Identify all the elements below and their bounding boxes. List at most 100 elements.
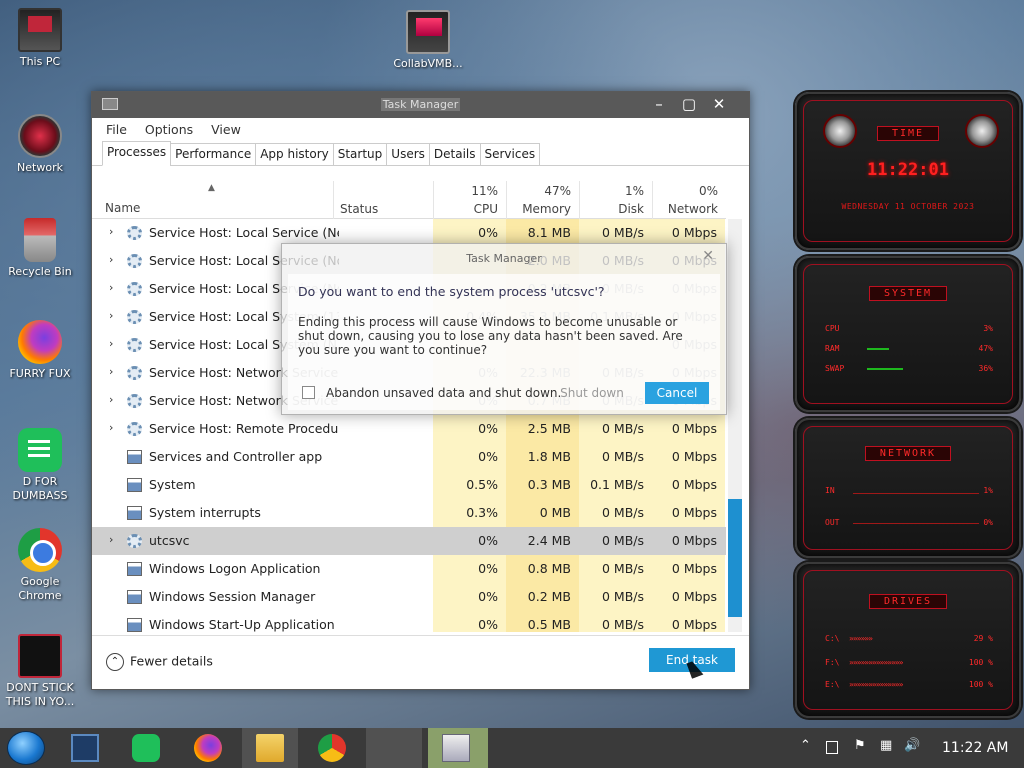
cancel-button[interactable]: Cancel bbox=[645, 382, 709, 404]
expand-chevron-icon[interactable]: › bbox=[109, 337, 113, 350]
taskbar-task-view[interactable] bbox=[57, 728, 113, 768]
expand-chevron-icon[interactable]: › bbox=[109, 365, 113, 378]
gear-icon bbox=[127, 366, 142, 380]
expand-chevron-icon[interactable]: › bbox=[109, 393, 113, 406]
menu-file[interactable]: File bbox=[106, 122, 127, 137]
column-name[interactable]: Name bbox=[105, 201, 140, 215]
shut-down-button[interactable]: Shut down bbox=[556, 382, 628, 404]
desktop-icon-network[interactable]: Network bbox=[2, 114, 78, 175]
process-row[interactable]: Windows Start-Up Application 0% 0.5 MB 0 MB… bbox=[92, 611, 726, 632]
taskbar-chrome[interactable] bbox=[304, 728, 360, 768]
tab-services[interactable]: Services bbox=[479, 143, 541, 166]
process-row[interactable]: Services and Controller app 0% 1.8 MB 0 MB/… bbox=[92, 443, 726, 471]
gear-icon bbox=[127, 338, 142, 352]
drive-value: 100 % bbox=[968, 658, 993, 667]
expand-chevron-icon[interactable]: › bbox=[109, 533, 113, 546]
process-row[interactable]: System 0.5% 0.3 MB 0.1 MB/s 0 Mbps bbox=[92, 471, 726, 499]
tab-users[interactable]: Users bbox=[386, 143, 430, 166]
minimize-button[interactable]: – bbox=[644, 92, 674, 118]
computer-icon bbox=[18, 8, 62, 52]
network-tray-icon[interactable]: ▦ bbox=[880, 738, 892, 753]
process-row[interactable]: › Service Host: Remote Procedure... 0%2.5 … bbox=[92, 415, 726, 443]
expand-chevron-icon[interactable]: › bbox=[109, 253, 113, 266]
column-cpu[interactable]: 11% CPU bbox=[433, 181, 506, 219]
taskbar-clock[interactable]: 11:22 AM bbox=[942, 740, 1008, 756]
maximize-button[interactable]: ▢ bbox=[674, 92, 704, 118]
gadget-clock: 11:22:01 bbox=[867, 160, 949, 180]
desktop-icon-d-for-dumbass[interactable]: D FOR DUMBASS bbox=[2, 428, 78, 503]
gear-icon bbox=[127, 422, 142, 436]
swap-label: SWAP bbox=[825, 364, 845, 373]
taskbar-blank-window[interactable] bbox=[366, 728, 422, 768]
cpu-cell: 0% bbox=[478, 533, 498, 548]
monitor-icon bbox=[406, 10, 450, 54]
scrollbar-thumb[interactable] bbox=[728, 499, 742, 617]
tab-performance[interactable]: Performance bbox=[170, 143, 257, 166]
desktop-icon-this-pc[interactable]: This PC bbox=[2, 8, 78, 69]
taskbar-firefox[interactable] bbox=[180, 728, 236, 768]
process-row[interactable]: Windows Logon Application 0% 0.8 MB 0 MB/s 0… bbox=[92, 555, 726, 583]
fewer-details-label: Fewer details bbox=[130, 653, 213, 669]
gadget-header: SYSTEM bbox=[797, 286, 1019, 301]
action-center-icon[interactable] bbox=[826, 741, 838, 754]
show-hidden-icons-button[interactable]: ⌃ bbox=[800, 738, 811, 753]
ram-bar bbox=[867, 348, 889, 350]
application-icon bbox=[127, 562, 142, 576]
menu-options[interactable]: Options bbox=[145, 122, 193, 137]
executable-icon bbox=[18, 634, 62, 678]
desktop-icon-recycle-bin[interactable]: Recycle Bin bbox=[2, 218, 78, 279]
taskbar-file-explorer[interactable] bbox=[242, 728, 298, 768]
drive-bar-icon: »»»»»» bbox=[849, 634, 873, 643]
desktop-icon-dont-stick[interactable]: DONT STICK THIS IN YO... bbox=[2, 634, 78, 709]
tab-app-history[interactable]: App history bbox=[255, 143, 334, 166]
tab-startup[interactable]: Startup bbox=[332, 143, 388, 166]
memory-cell: 2.5 MB bbox=[506, 415, 579, 443]
desktop-icon-label: This PC bbox=[19, 55, 61, 68]
menu-view[interactable]: View bbox=[211, 122, 241, 137]
cpu-cell: 0.5% bbox=[433, 471, 506, 499]
taskbar-task-manager[interactable] bbox=[428, 728, 488, 768]
folder-icon bbox=[256, 734, 284, 762]
column-disk[interactable]: 1% Disk bbox=[579, 181, 652, 219]
firefox-icon bbox=[18, 320, 62, 364]
disk-cell: 0 MB/s bbox=[579, 499, 652, 527]
close-button[interactable]: ✕ bbox=[704, 92, 734, 118]
column-memory[interactable]: 47% Memory bbox=[506, 181, 579, 219]
expand-chevron-icon[interactable]: › bbox=[109, 225, 113, 238]
expand-chevron-icon[interactable]: › bbox=[109, 309, 113, 322]
process-row[interactable]: › utcsvc 0% 2.4 MB 0 MB/s 0 Mbps bbox=[92, 527, 726, 555]
dialog-title: Task Manager bbox=[466, 252, 542, 265]
taskbar-d-for-dumbass[interactable] bbox=[118, 728, 174, 768]
dialog-close-button[interactable]: ✕ bbox=[702, 248, 714, 264]
title-bar[interactable]: Task Manager – ▢ ✕ bbox=[92, 92, 749, 118]
start-button[interactable] bbox=[7, 731, 45, 765]
desktop-icon-label: Network bbox=[17, 161, 63, 174]
security-icon[interactable]: ⚑ bbox=[854, 738, 866, 753]
column-status[interactable]: Status bbox=[333, 181, 433, 219]
column-network[interactable]: 0% Network bbox=[652, 181, 726, 219]
network-header-label: Network bbox=[667, 202, 718, 216]
cpu-cell: 0% bbox=[433, 611, 506, 632]
swap-value: 36% bbox=[978, 364, 993, 373]
expand-chevron-icon[interactable]: › bbox=[109, 281, 113, 294]
gadget-network: NETWORK IN 1% OUT 0% bbox=[795, 418, 1021, 558]
tab-details[interactable]: Details bbox=[428, 143, 481, 166]
desktop-icon-firefox[interactable]: FURRY FUX bbox=[2, 320, 78, 381]
process-name: Windows Start-Up Application bbox=[149, 617, 335, 632]
fewer-details-button[interactable]: ⌃ Fewer details bbox=[106, 653, 213, 671]
expand-chevron-icon[interactable]: › bbox=[109, 421, 113, 434]
swap-bar bbox=[867, 368, 903, 370]
scrollbar[interactable] bbox=[728, 219, 742, 632]
tab-processes[interactable]: Processes bbox=[102, 141, 172, 166]
volume-icon[interactable]: 🔊 bbox=[904, 738, 920, 753]
process-row[interactable]: System interrupts 0.3% 0 MB 0 MB/s 0 Mbps bbox=[92, 499, 726, 527]
abandon-data-checkbox[interactable] bbox=[302, 386, 315, 399]
desktop-icon-collabvm[interactable]: CollabVMB... bbox=[390, 10, 466, 71]
net-out-label: OUT bbox=[825, 518, 840, 527]
dialog-message: Ending this process will cause Windows t… bbox=[298, 315, 683, 357]
process-row[interactable]: Windows Session Manager 0% 0.2 MB 0 MB/s 0 M… bbox=[92, 583, 726, 611]
memory-cell: 0 MB bbox=[506, 499, 579, 527]
network-cell: 0 Mbps bbox=[652, 443, 725, 471]
gadget-cpu-row: CPU 3% bbox=[825, 324, 993, 333]
desktop-icon-chrome[interactable]: Google Chrome bbox=[2, 528, 78, 603]
